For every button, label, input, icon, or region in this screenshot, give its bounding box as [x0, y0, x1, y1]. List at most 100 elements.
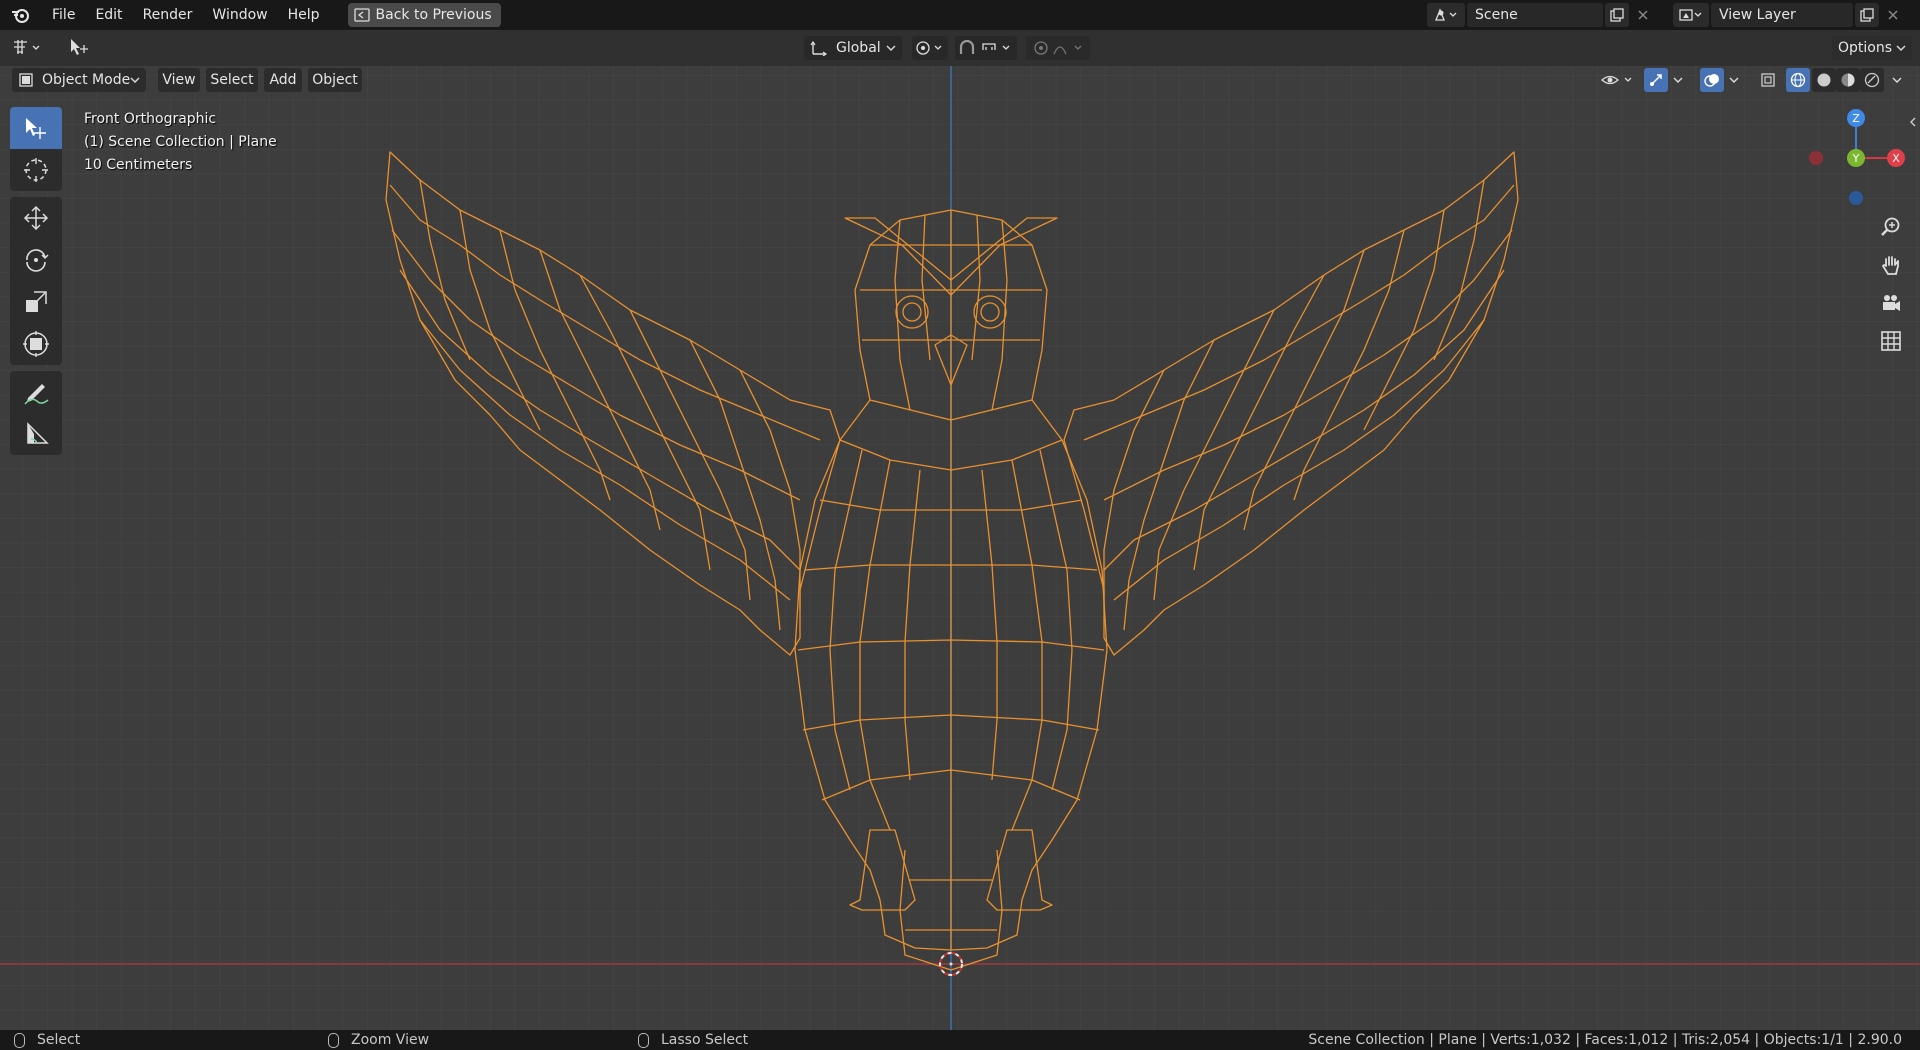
- camera-view-button[interactable]: [1874, 286, 1908, 320]
- material-shading-icon: [1841, 73, 1855, 87]
- wireframe-shading-icon: [1790, 72, 1806, 88]
- new-scene-icon[interactable]: [1605, 3, 1629, 27]
- chevron-down-icon: [1729, 77, 1739, 83]
- object-mode-dropdown[interactable]: Object Mode: [12, 68, 146, 92]
- gizmo-toggle[interactable]: [1644, 68, 1668, 92]
- xray-icon: [1761, 73, 1775, 87]
- zoom-icon: [1881, 217, 1900, 236]
- proportional-edit-icon: [1034, 41, 1082, 55]
- viewport-info-overlay: Front Orthographic (1) Scene Collection …: [84, 108, 277, 177]
- options-dropdown[interactable]: Options: [1832, 36, 1912, 60]
- view-layer-icon[interactable]: [1673, 3, 1709, 27]
- viewport-grid: [0, 30, 1920, 1030]
- collection-text: (1) Scene Collection | Plane: [84, 134, 277, 150]
- eye-icon: [1601, 75, 1632, 85]
- select-mode-icon[interactable]: [64, 35, 94, 59]
- sidebar-toggle-icon[interactable]: [1908, 116, 1918, 132]
- snapping-controls[interactable]: [955, 36, 1017, 60]
- grid-icon: [1881, 331, 1901, 351]
- new-view-layer-icon[interactable]: [1855, 3, 1879, 27]
- visibility-dropdown[interactable]: [1598, 68, 1638, 92]
- 3d-viewport[interactable]: [0, 30, 1920, 1030]
- status-bar: Select Zoom View Lasso Select Scene Coll…: [0, 1030, 1920, 1050]
- gizmo-x-label: X: [1892, 152, 1900, 165]
- gizmo-dropdown[interactable]: [1670, 68, 1686, 92]
- rotate-icon: [26, 249, 49, 272]
- editor-type-icon[interactable]: [8, 35, 50, 59]
- tool-rotate[interactable]: [10, 239, 62, 281]
- scene-name-field[interactable]: Scene: [1467, 3, 1603, 27]
- menu-edit[interactable]: Edit: [85, 0, 132, 30]
- delete-scene-icon[interactable]: [1631, 3, 1655, 27]
- xray-toggle[interactable]: [1756, 68, 1780, 92]
- overlays-toggle[interactable]: [1700, 68, 1724, 92]
- tool-scale[interactable]: [10, 281, 62, 323]
- overlays-dropdown[interactable]: [1726, 68, 1742, 92]
- options-label: Options: [1837, 40, 1893, 56]
- chevron-down-icon: [886, 45, 896, 51]
- select-box-icon: [26, 118, 46, 139]
- menu-help[interactable]: Help: [278, 0, 330, 30]
- snap-magnet-icon: [959, 40, 1010, 54]
- solid-shading-button[interactable]: [1812, 68, 1836, 92]
- pivot-icon: [916, 41, 942, 55]
- pivot-point-dropdown[interactable]: [912, 36, 948, 60]
- transform-icon: [23, 331, 49, 357]
- measure-icon: [27, 422, 49, 444]
- gizmo-neg-x-icon: [1809, 151, 1823, 165]
- tool-cursor[interactable]: [10, 149, 62, 191]
- chevron-down-icon: [1892, 77, 1902, 83]
- top-menu-bar: File Edit Render Window Help Back to Pre…: [0, 0, 1920, 30]
- mouse-left-icon: [14, 1032, 25, 1048]
- add-menu[interactable]: Add: [264, 68, 302, 92]
- tool-annotate[interactable]: [10, 371, 62, 413]
- rendered-shading-button[interactable]: [1860, 68, 1884, 92]
- proportional-editing-controls[interactable]: [1026, 36, 1090, 60]
- status-zoom-hint: Zoom View: [328, 1030, 429, 1050]
- scene-selector[interactable]: Scene: [1427, 3, 1655, 27]
- menu-file[interactable]: File: [42, 0, 85, 30]
- gizmo-neg-z-icon: [1849, 191, 1863, 205]
- delete-view-layer-icon[interactable]: [1881, 3, 1905, 27]
- chevron-down-icon: [130, 77, 140, 83]
- mouse-right-icon: [638, 1032, 649, 1048]
- chevron-down-icon: [1896, 45, 1906, 51]
- rendered-shading-icon: [1864, 72, 1880, 88]
- tool-settings-header: Global Options: [0, 30, 1920, 66]
- select-menu[interactable]: Select: [206, 68, 258, 92]
- back-icon: [353, 8, 370, 22]
- status-lasso-label: Lasso Select: [661, 1032, 749, 1048]
- gizmo-y-label: Y: [1852, 152, 1860, 165]
- view-layer-selector[interactable]: View Layer: [1673, 3, 1905, 27]
- scene-statistics: Scene Collection | Plane | Verts:1,032 |…: [1308, 1032, 1902, 1048]
- viewport-header: Object Mode View Select Add Object: [0, 66, 1920, 94]
- transform-orientation-dropdown[interactable]: Global: [804, 36, 902, 60]
- pan-view-button[interactable]: [1874, 248, 1908, 282]
- annotate-icon: [24, 384, 49, 405]
- tool-transform[interactable]: [10, 323, 62, 365]
- view-menu[interactable]: View: [158, 68, 200, 92]
- back-to-previous-button[interactable]: Back to Previous: [347, 3, 501, 27]
- scene-icon[interactable]: [1427, 3, 1465, 27]
- mouse-middle-icon: [328, 1032, 339, 1048]
- tool-move[interactable]: [10, 197, 62, 239]
- scale-icon: [26, 291, 47, 312]
- menu-render[interactable]: Render: [133, 0, 203, 30]
- navigation-gizmo[interactable]: Z X Y: [1800, 100, 1912, 212]
- status-select-hint: Select: [14, 1030, 80, 1050]
- toolbar: [10, 107, 62, 455]
- orthographic-toggle-button[interactable]: [1874, 324, 1908, 358]
- wireframe-shading-button[interactable]: [1786, 68, 1810, 92]
- tool-select-box[interactable]: [10, 107, 62, 149]
- material-shading-button[interactable]: [1836, 68, 1860, 92]
- view-layer-name-field[interactable]: View Layer: [1711, 3, 1853, 27]
- shading-dropdown[interactable]: [1888, 68, 1906, 92]
- transform-orientation-label: Global: [836, 40, 881, 56]
- gizmo-z-label: Z: [1852, 112, 1860, 125]
- object-menu[interactable]: Object: [308, 68, 362, 92]
- tool-measure[interactable]: [10, 413, 62, 455]
- menu-window[interactable]: Window: [202, 0, 277, 30]
- zoom-view-button[interactable]: [1874, 210, 1908, 244]
- blender-logo-icon[interactable]: [10, 4, 32, 26]
- orientation-icon: [810, 40, 828, 56]
